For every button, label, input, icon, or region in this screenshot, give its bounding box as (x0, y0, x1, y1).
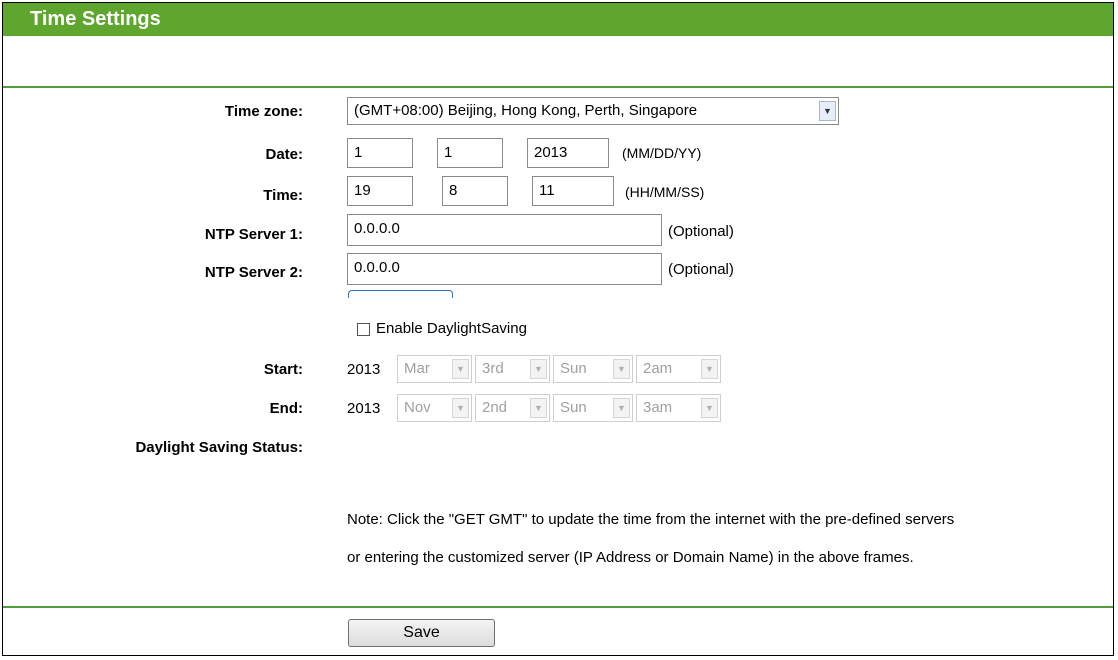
date-format-hint: (MM/DD/YY) (622, 145, 702, 161)
start-label: Start: (263, 361, 303, 378)
end-month-value: Nov (404, 399, 431, 416)
chevron-down-icon: ▼ (530, 398, 547, 418)
ntp-server-2-optional: (Optional) (668, 261, 734, 278)
settings-panel: Time Settings Time zone: (GMT+08:00) Bei… (2, 2, 1114, 656)
ntp-server-1-label: NTP Server 1: (204, 226, 303, 243)
note-line-2: or entering the customized server (IP Ad… (347, 549, 914, 566)
time-hour-input[interactable]: 19 (347, 176, 413, 206)
date-label: Date: (265, 146, 303, 163)
daylight-saving-checkbox[interactable] (357, 323, 370, 336)
start-month-select[interactable]: Mar ▼ (397, 355, 472, 383)
get-gmt-button[interactable] (348, 290, 453, 298)
daylight-saving-label: Enable DaylightSaving (376, 320, 527, 337)
time-second-input[interactable]: 11 (532, 176, 614, 206)
chevron-down-icon: ▼ (613, 398, 630, 418)
date-day-input[interactable]: 1 (437, 138, 503, 168)
ntp-server-1-optional: (Optional) (668, 223, 734, 240)
start-month-value: Mar (404, 360, 430, 377)
end-label: End: (269, 400, 303, 417)
time-zone-select[interactable]: (GMT+08:00) Beijing, Hong Kong, Perth, S… (347, 97, 839, 125)
end-month-select[interactable]: Nov ▼ (397, 394, 472, 422)
chevron-down-icon: ▼ (452, 398, 469, 418)
start-year: 2013 (347, 361, 381, 378)
time-zone-value: (GMT+08:00) Beijing, Hong Kong, Perth, S… (354, 102, 698, 119)
start-hour-value: 2am (643, 360, 673, 377)
chevron-down-icon: ▼ (819, 101, 836, 121)
start-day-value: Sun (560, 360, 587, 377)
time-format-hint: (HH/MM/SS) (625, 184, 705, 200)
time-zone-label: Time zone: (224, 103, 303, 120)
start-day-select[interactable]: Sun ▼ (553, 355, 633, 383)
note-line-1: Note: Click the "GET GMT" to update the … (347, 511, 955, 528)
page-title: Time Settings (3, 3, 1113, 36)
chevron-down-icon: ▼ (452, 359, 469, 379)
ntp-server-1-input[interactable]: 0.0.0.0 (347, 214, 662, 246)
save-button[interactable]: Save (348, 619, 495, 647)
end-hour-value: 3am (643, 399, 673, 416)
ntp-server-2-input[interactable]: 0.0.0.0 (347, 253, 662, 285)
time-label: Time: (263, 187, 303, 204)
top-divider (3, 86, 1113, 88)
chevron-down-icon: ▼ (701, 359, 718, 379)
end-day-select[interactable]: Sun ▼ (553, 394, 633, 422)
start-week-value: 3rd (482, 360, 504, 377)
bottom-divider (3, 606, 1113, 608)
start-week-select[interactable]: 3rd ▼ (475, 355, 550, 383)
time-minute-input[interactable]: 8 (442, 176, 508, 206)
end-week-value: 2nd (482, 399, 508, 416)
end-day-value: Sun (560, 399, 587, 416)
ntp-server-2-label: NTP Server 2: (204, 264, 303, 281)
end-hour-select[interactable]: 3am ▼ (636, 394, 721, 422)
daylight-saving-status-label: Daylight Saving Status: (135, 439, 303, 456)
start-hour-select[interactable]: 2am ▼ (636, 355, 721, 383)
chevron-down-icon: ▼ (701, 398, 718, 418)
chevron-down-icon: ▼ (530, 359, 547, 379)
end-year: 2013 (347, 400, 381, 417)
chevron-down-icon: ▼ (613, 359, 630, 379)
date-year-input[interactable]: 2013 (527, 138, 609, 168)
end-week-select[interactable]: 2nd ▼ (475, 394, 550, 422)
date-month-input[interactable]: 1 (347, 138, 413, 168)
